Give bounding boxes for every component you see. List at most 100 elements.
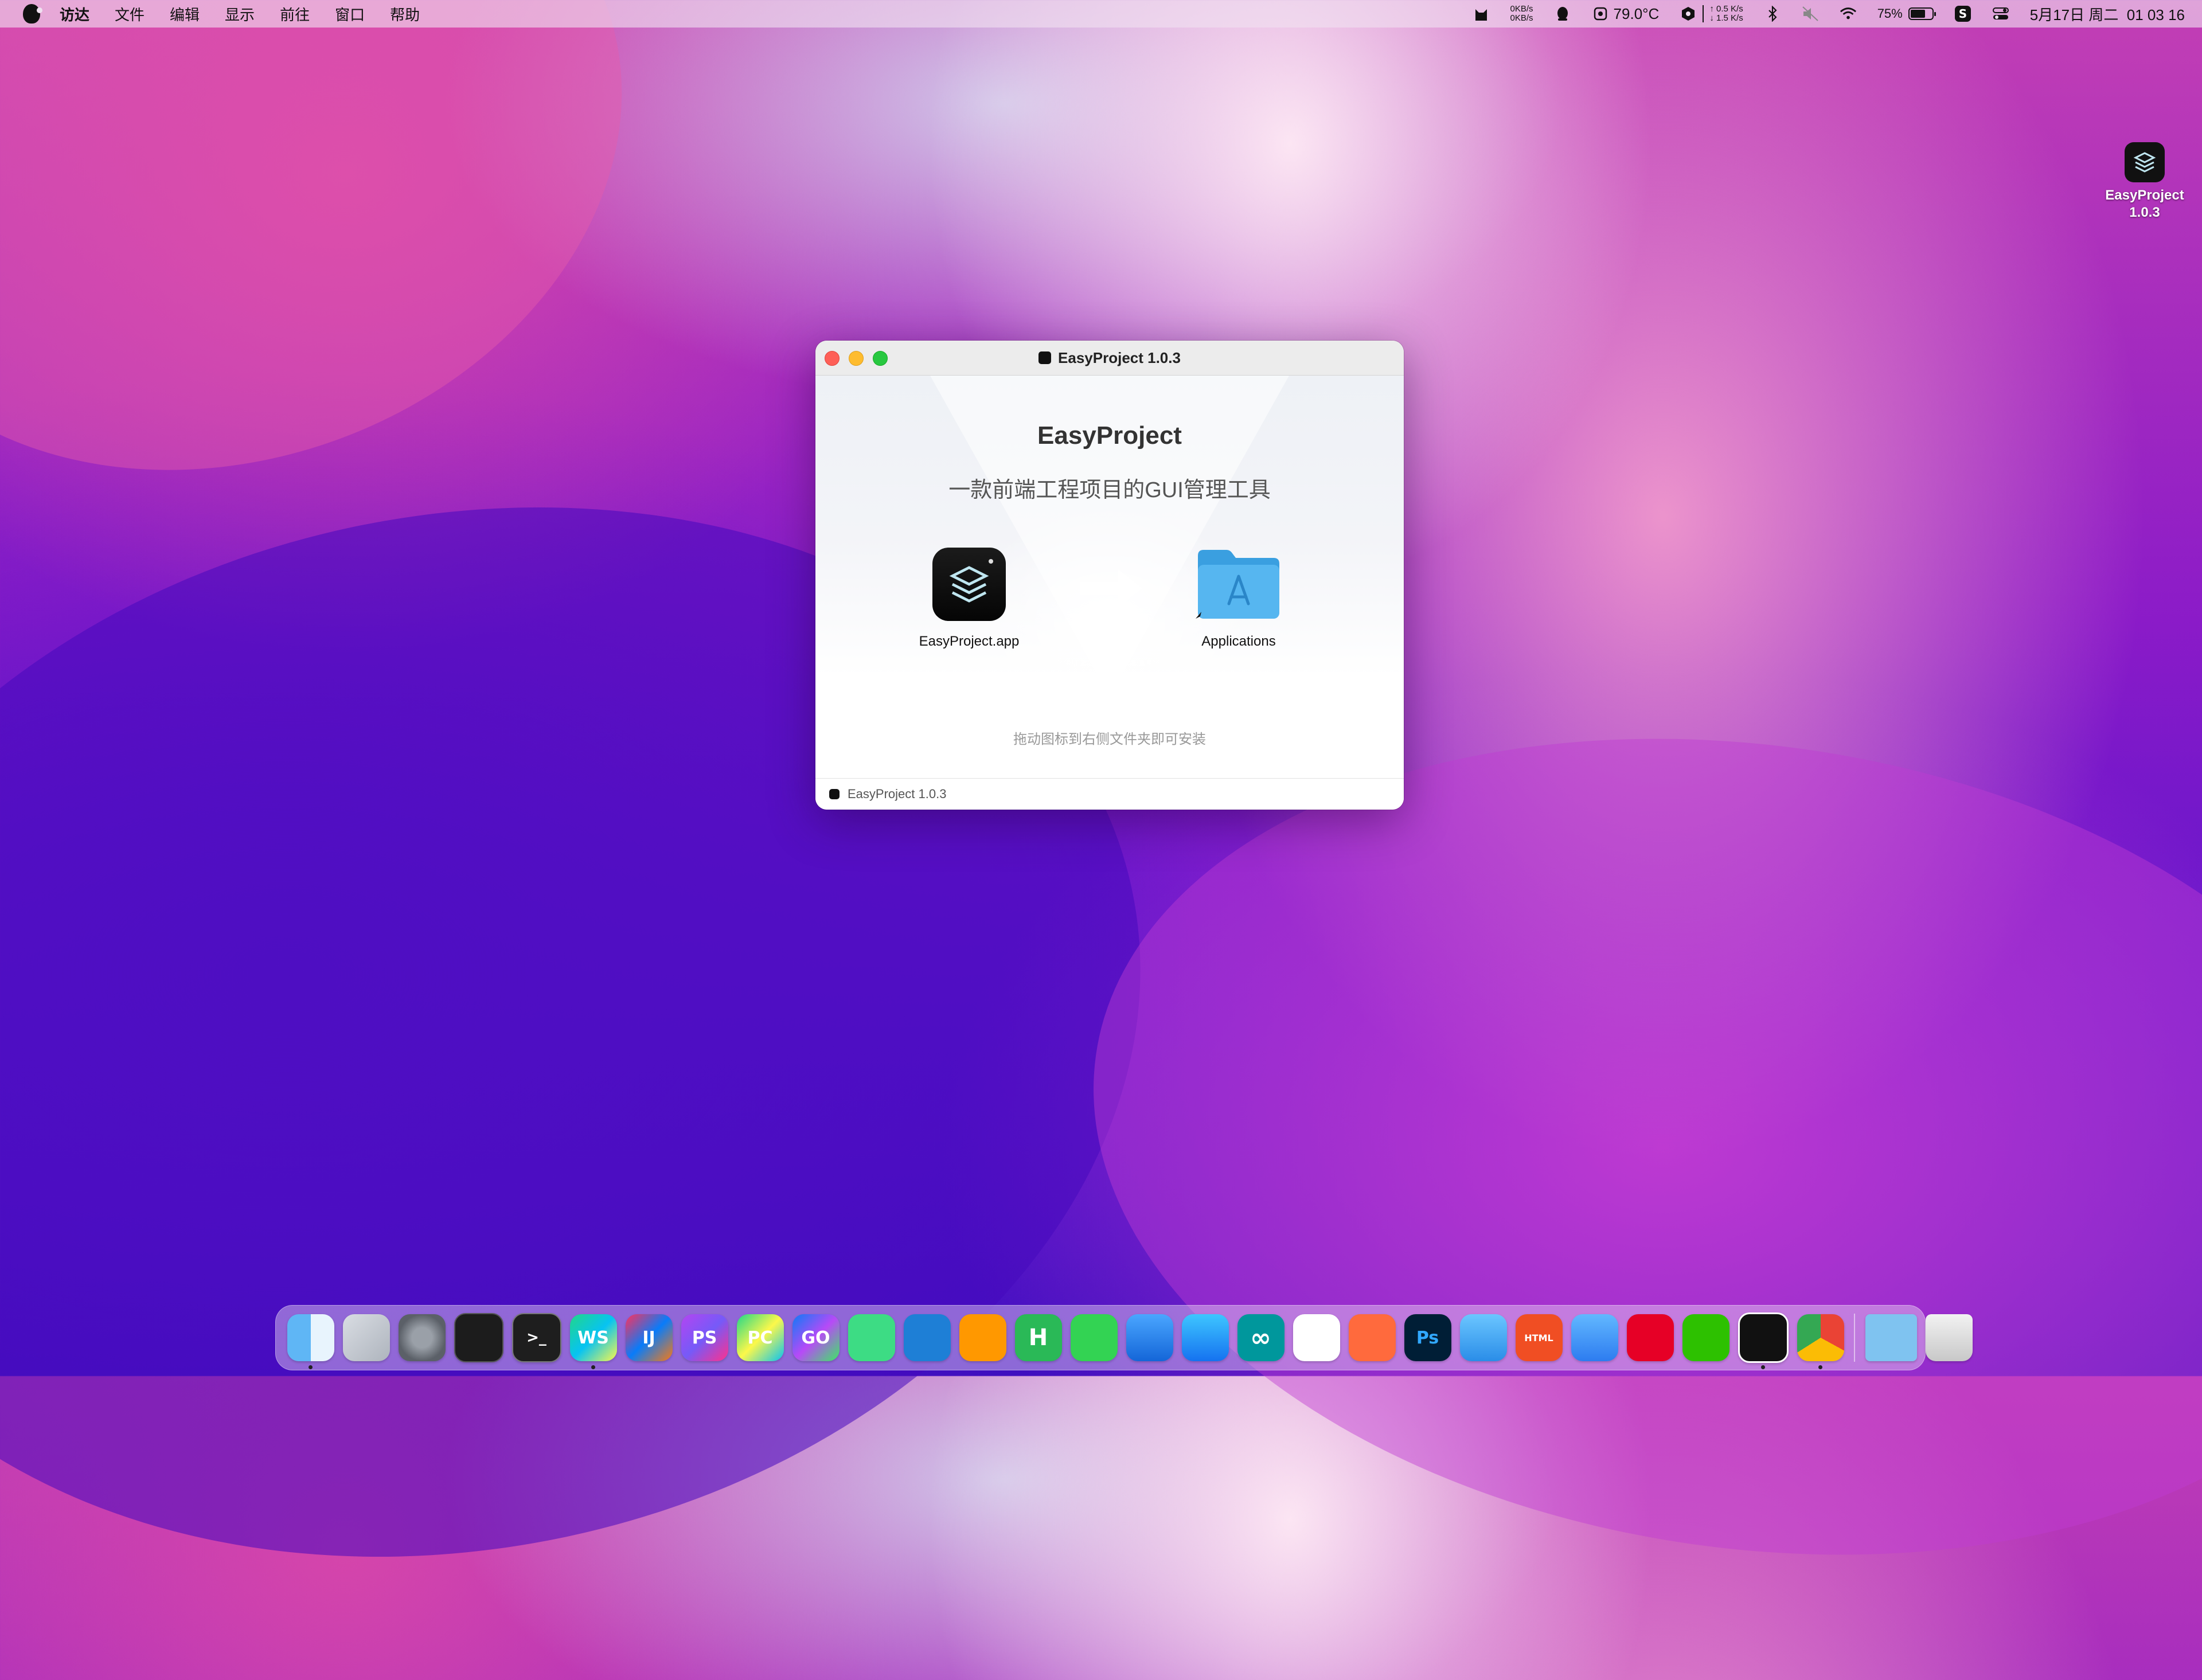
running-indicator <box>1818 1365 1822 1369</box>
dock-android-studio-icon[interactable] <box>848 1314 895 1361</box>
dock-phpstorm-icon[interactable]: PS <box>681 1314 728 1361</box>
easyproject-app-icon <box>932 548 1006 621</box>
dock-sublime-text-icon[interactable] <box>959 1314 1006 1361</box>
menu-window[interactable]: 窗口 <box>335 3 365 25</box>
installer-content: EasyProject 一款前端工程项目的GUI管理工具 EasyProject… <box>815 376 1404 777</box>
speed-monitor[interactable]: ↑ 0.5 K/s ↓ 1.5 K/s <box>1680 5 1743 23</box>
menu-bar: 访达 文件 编辑 显示 前往 窗口 帮助 0KB/s 0KB/s 79.0°C <box>0 0 2202 28</box>
applications-folder-label: Applications <box>1201 634 1276 649</box>
control-center-icon[interactable] <box>1992 5 2009 22</box>
cat-status-icon[interactable] <box>1473 5 1490 22</box>
dock-folder-stack-icon[interactable] <box>1865 1314 1917 1361</box>
layers-icon <box>2125 142 2165 182</box>
dock-arduino-label: ∞ <box>1250 1323 1271 1353</box>
window-title: EasyProject 1.0.3 <box>815 341 1404 375</box>
dock-intellij-idea-icon[interactable]: IJ <box>625 1314 673 1361</box>
sogou-input-icon[interactable]: S <box>1954 5 1971 22</box>
cpu-icon <box>1592 5 1609 22</box>
dock-xcode-icon[interactable] <box>1126 1314 1173 1361</box>
dock-wechat-icon[interactable] <box>1682 1314 1729 1361</box>
cpu-temperature[interactable]: 79.0°C <box>1592 5 1660 23</box>
net-down-text: 0KB/s <box>1510 13 1533 23</box>
bluetooth-icon[interactable] <box>1764 5 1781 22</box>
dock-qq-icon[interactable] <box>1738 1312 1789 1369</box>
menu-file[interactable]: 文件 <box>115 3 145 25</box>
battery-status[interactable]: 75% <box>1877 6 1936 21</box>
folder-icon <box>1196 548 1282 621</box>
dock-cat-app-icon[interactable] <box>1571 1314 1618 1361</box>
dock-database-icon[interactable] <box>1459 1314 1507 1361</box>
running-indicator <box>1760 1365 1765 1369</box>
qq-status-icon[interactable] <box>1554 5 1571 22</box>
app-subtitle: 一款前端工程项目的GUI管理工具 <box>948 478 1271 502</box>
dock-activity-monitor-icon[interactable] <box>454 1313 503 1362</box>
dock-launchpad-icon[interactable] <box>342 1314 390 1361</box>
battery-percent-text: 75% <box>1877 6 1903 21</box>
dock-separator <box>1854 1314 1855 1362</box>
running-indicator <box>308 1365 313 1369</box>
dock-pycharm-icon[interactable]: PC <box>736 1314 784 1361</box>
status-bar-text: EasyProject 1.0.3 <box>848 787 947 801</box>
dock-goland-label: GO <box>801 1327 830 1348</box>
wallpaper-wave <box>0 0 715 577</box>
disk-image-small-icon <box>829 789 840 799</box>
battery-icon <box>1908 7 1936 20</box>
disk-image-icon <box>1038 351 1052 364</box>
menu-help[interactable]: 帮助 <box>390 3 420 25</box>
dock-netease-music-icon[interactable] <box>1626 1314 1674 1361</box>
window-status-bar: EasyProject 1.0.3 <box>815 778 1404 810</box>
running-indicator <box>591 1365 595 1369</box>
menu-finder[interactable]: 访达 <box>60 3 89 25</box>
dock-pencil-icon[interactable] <box>1348 1314 1396 1361</box>
dock-trash-icon[interactable] <box>1925 1314 1973 1361</box>
temperature-text: 79.0°C <box>1613 5 1660 22</box>
net-up-text: 0KB/s <box>1510 4 1533 14</box>
menu-go[interactable]: 前往 <box>280 3 310 25</box>
install-hint: 拖动图标到右侧文件夹即可安装 <box>1013 732 1206 747</box>
dock-hbuilder-label: H <box>1028 1325 1048 1351</box>
dock-vscode-icon[interactable] <box>903 1314 951 1361</box>
menu-edit[interactable]: 编辑 <box>170 3 200 25</box>
dock-photos-icon[interactable] <box>1293 1314 1340 1361</box>
dock-webstorm-label: WS <box>577 1327 609 1348</box>
dock-webstorm-icon[interactable]: WS <box>569 1314 617 1369</box>
dock: >_ WS IJ PS PC GO H ∞ Ps HTML <box>275 1305 1973 1370</box>
dock-terminal-icon[interactable]: >_ <box>512 1313 561 1362</box>
dock-goland-icon[interactable]: GO <box>792 1314 840 1361</box>
dock-intellij-idea-label: IJ <box>642 1327 655 1348</box>
dock-arduino-icon[interactable]: ∞ <box>1237 1314 1284 1361</box>
speed-down-text: ↓ 1.5 K/s <box>1709 13 1743 23</box>
clock[interactable]: 5月17日 周二 01 03 16 <box>2030 3 2185 25</box>
hexagon-icon <box>1680 5 1697 22</box>
apple-menu-icon[interactable] <box>23 4 42 24</box>
dock-chrome-icon[interactable] <box>1797 1314 1844 1369</box>
mute-icon[interactable] <box>1802 5 1819 22</box>
wifi-icon[interactable] <box>1840 5 1857 22</box>
dock-pycharm-label: PC <box>747 1327 773 1348</box>
applications-folder[interactable]: Applications <box>1176 548 1302 650</box>
dock-finder-icon[interactable] <box>287 1314 334 1369</box>
dock-phpstorm-label: PS <box>692 1327 717 1348</box>
dock-hbuilder-icon[interactable]: H <box>1014 1314 1062 1361</box>
network-speed[interactable]: 0KB/s 0KB/s <box>1510 5 1533 23</box>
svg-text:S: S <box>1959 7 1967 21</box>
dock-terminal-label: >_ <box>526 1329 546 1346</box>
window-titlebar[interactable]: EasyProject 1.0.3 <box>815 341 1404 376</box>
dock-app-store-icon[interactable] <box>1181 1314 1229 1361</box>
menu-view[interactable]: 显示 <box>225 3 255 25</box>
window-title-text: EasyProject 1.0.3 <box>1058 349 1181 366</box>
speed-up-text: ↑ 0.5 K/s <box>1709 4 1743 14</box>
installer-window: EasyProject 1.0.3 EasyProject 一款前端工程项目的G… <box>815 341 1404 810</box>
arrow-right-icon <box>1080 569 1142 607</box>
desktop-icon-label-1: EasyProject <box>2105 187 2184 203</box>
dock-html-tool-icon[interactable]: HTML <box>1515 1314 1563 1361</box>
desktop-easyproject-icon[interactable]: EasyProject 1.0.3 <box>2099 142 2191 221</box>
dock-system-preferences-icon[interactable] <box>398 1314 446 1361</box>
dock-messages-icon[interactable] <box>1070 1314 1118 1361</box>
desktop-icon-label-2: 1.0.3 <box>2129 205 2160 220</box>
dock-html-tool-label: HTML <box>1524 1332 1553 1343</box>
dock-photoshop-label: Ps <box>1416 1327 1439 1348</box>
dock-photoshop-icon[interactable]: Ps <box>1404 1314 1451 1361</box>
app-bundle[interactable]: EasyProject.app <box>912 548 1026 650</box>
app-bundle-label: EasyProject.app <box>919 634 1020 649</box>
